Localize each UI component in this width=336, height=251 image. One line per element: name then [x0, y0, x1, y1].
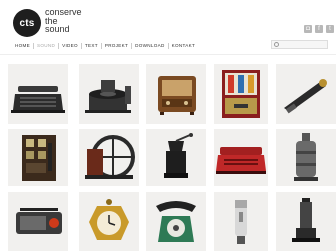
- desk-gadget-image: [292, 198, 320, 242]
- tile-switch-panel[interactable]: [8, 129, 68, 186]
- tile-vending-machine[interactable]: [214, 64, 268, 124]
- handheld-tool-image: [284, 79, 327, 114]
- tile-red-typewriter[interactable]: [214, 129, 268, 186]
- tile-coffee-grinder[interactable]: [146, 129, 206, 186]
- red-typewriter-image: [216, 147, 266, 174]
- turntable-image: [85, 80, 131, 113]
- tile-alarm-clock[interactable]: [79, 192, 139, 251]
- tile-tube-radio[interactable]: [146, 64, 206, 124]
- tile-turntable-machine[interactable]: [79, 64, 139, 124]
- tile-pepper-mill[interactable]: [276, 129, 336, 186]
- pepper-mill-image: [294, 133, 318, 181]
- alarm-clock-image: [89, 199, 129, 240]
- tile-rotary-telephone[interactable]: [146, 192, 206, 251]
- portable-radio-image: [16, 208, 62, 234]
- tube-radio-image: [158, 76, 196, 115]
- sewing-machine-image: [85, 135, 135, 179]
- electric-shaver-image: [235, 200, 247, 244]
- tile-electric-shaver[interactable]: [214, 192, 268, 251]
- switch-panel-image: [22, 135, 56, 181]
- coffee-grinder-image: [164, 133, 193, 178]
- rotary-telephone-image: [156, 201, 196, 242]
- typewriter-image: [11, 86, 65, 113]
- tile-typewriter[interactable]: [8, 64, 68, 124]
- vending-machine-image: [222, 70, 260, 118]
- tile-handheld-tool[interactable]: [276, 64, 336, 124]
- tile-portable-radio[interactable]: [8, 192, 68, 251]
- sound-object-grid: [0, 0, 336, 251]
- tile-desk-gadget[interactable]: [276, 192, 336, 251]
- tile-sewing-machine-wheel[interactable]: [79, 129, 139, 186]
